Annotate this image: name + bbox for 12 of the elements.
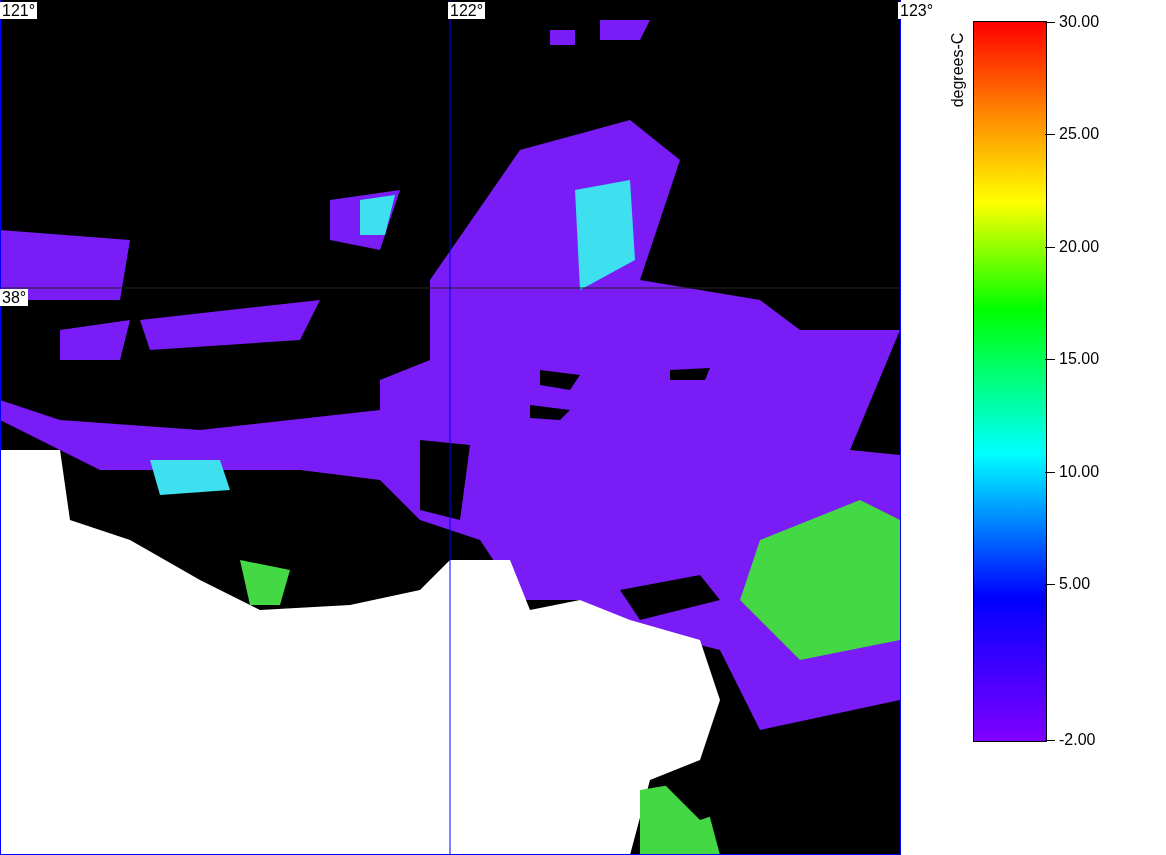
latitude-label: 38° [0,289,29,306]
longitude-label: 121° [0,2,38,19]
colorbar-title: degrees-C [949,32,967,108]
colorbar-tick-label: -2.00 [1059,731,1096,749]
colorbar-tick-label: 10.00 [1059,463,1100,481]
colorbar-tick-label: 20.00 [1059,238,1100,256]
colorbar-tick-label: 30.00 [1059,13,1100,31]
colorbar-tick-label: 5.00 [1059,575,1091,593]
longitude-label: 122° [448,2,486,19]
colorbar-tick-label: 25.00 [1059,125,1100,143]
colorbar-tick-label: 15.00 [1059,350,1100,368]
longitude-label: 123° [898,2,936,19]
